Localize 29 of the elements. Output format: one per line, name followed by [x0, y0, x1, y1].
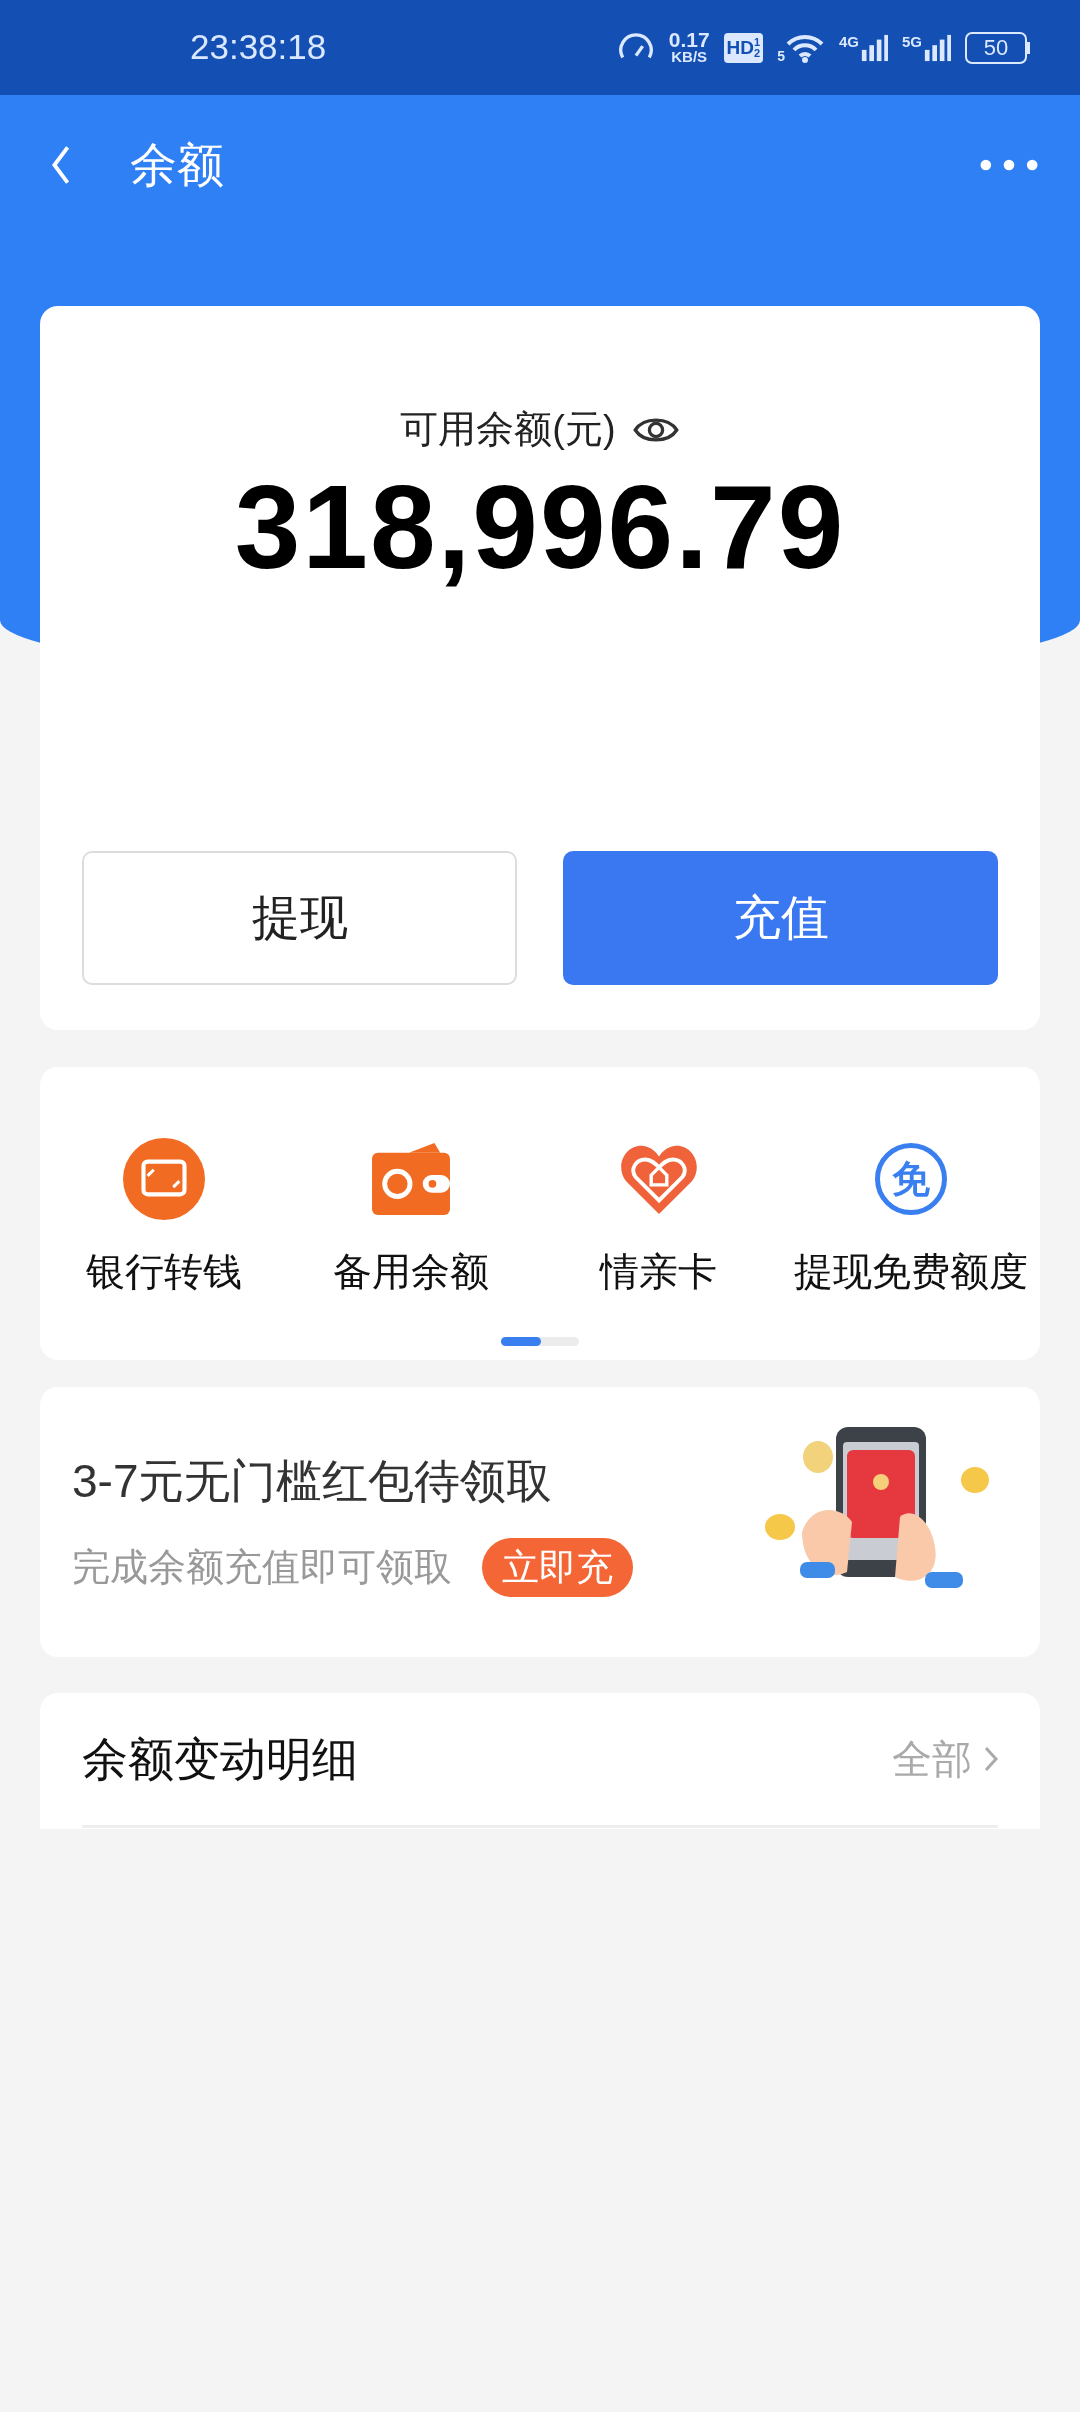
network-type: 4G: [838, 33, 859, 49]
promo-card[interactable]: 3-7元无门槛红包待领取 完成余额充值即可领取 立即充: [40, 1387, 1040, 1657]
speed-unit: KB/S: [671, 50, 708, 65]
wifi-band-label: 5: [777, 48, 785, 63]
network-type: 5G: [902, 33, 922, 49]
signal-icon: [923, 33, 951, 62]
recharge-button[interactable]: 充值: [563, 851, 998, 985]
shortcut-label[interactable]: 备用余额: [333, 1243, 490, 1302]
wallet-icon: [370, 1141, 453, 1217]
balance-label: 可用余额(元): [400, 407, 616, 452]
promo-title: 3-7元无门槛红包待领取: [72, 1453, 554, 1509]
more-icon[interactable]: [980, 159, 1038, 171]
battery-icon: 50: [965, 31, 1030, 64]
signal-icon: [860, 33, 888, 62]
chevron-right-icon: [984, 1746, 998, 1772]
promo-subtitle: 完成余额充值即可领取: [72, 1545, 452, 1590]
transfer-icon: [122, 1138, 205, 1220]
clock-time: 23:38:18: [190, 26, 327, 69]
free-icon: 免: [875, 1143, 948, 1215]
withdraw-button[interactable]: 提现: [82, 851, 517, 985]
shortcut-label[interactable]: 情亲卡: [600, 1243, 718, 1302]
shortcut-label[interactable]: 银行转钱: [85, 1243, 242, 1302]
page-title: 余额: [130, 136, 224, 193]
details-card[interactable]: 余额变动明细 全部: [40, 1693, 1040, 1829]
wifi-icon: [784, 32, 825, 63]
speed-value: 0.17: [668, 30, 710, 51]
shortcut-label[interactable]: 提现免费额度: [794, 1243, 1029, 1302]
details-title: 余额变动明细: [82, 1731, 358, 1787]
balance-amount: 318,996.79: [234, 468, 846, 586]
